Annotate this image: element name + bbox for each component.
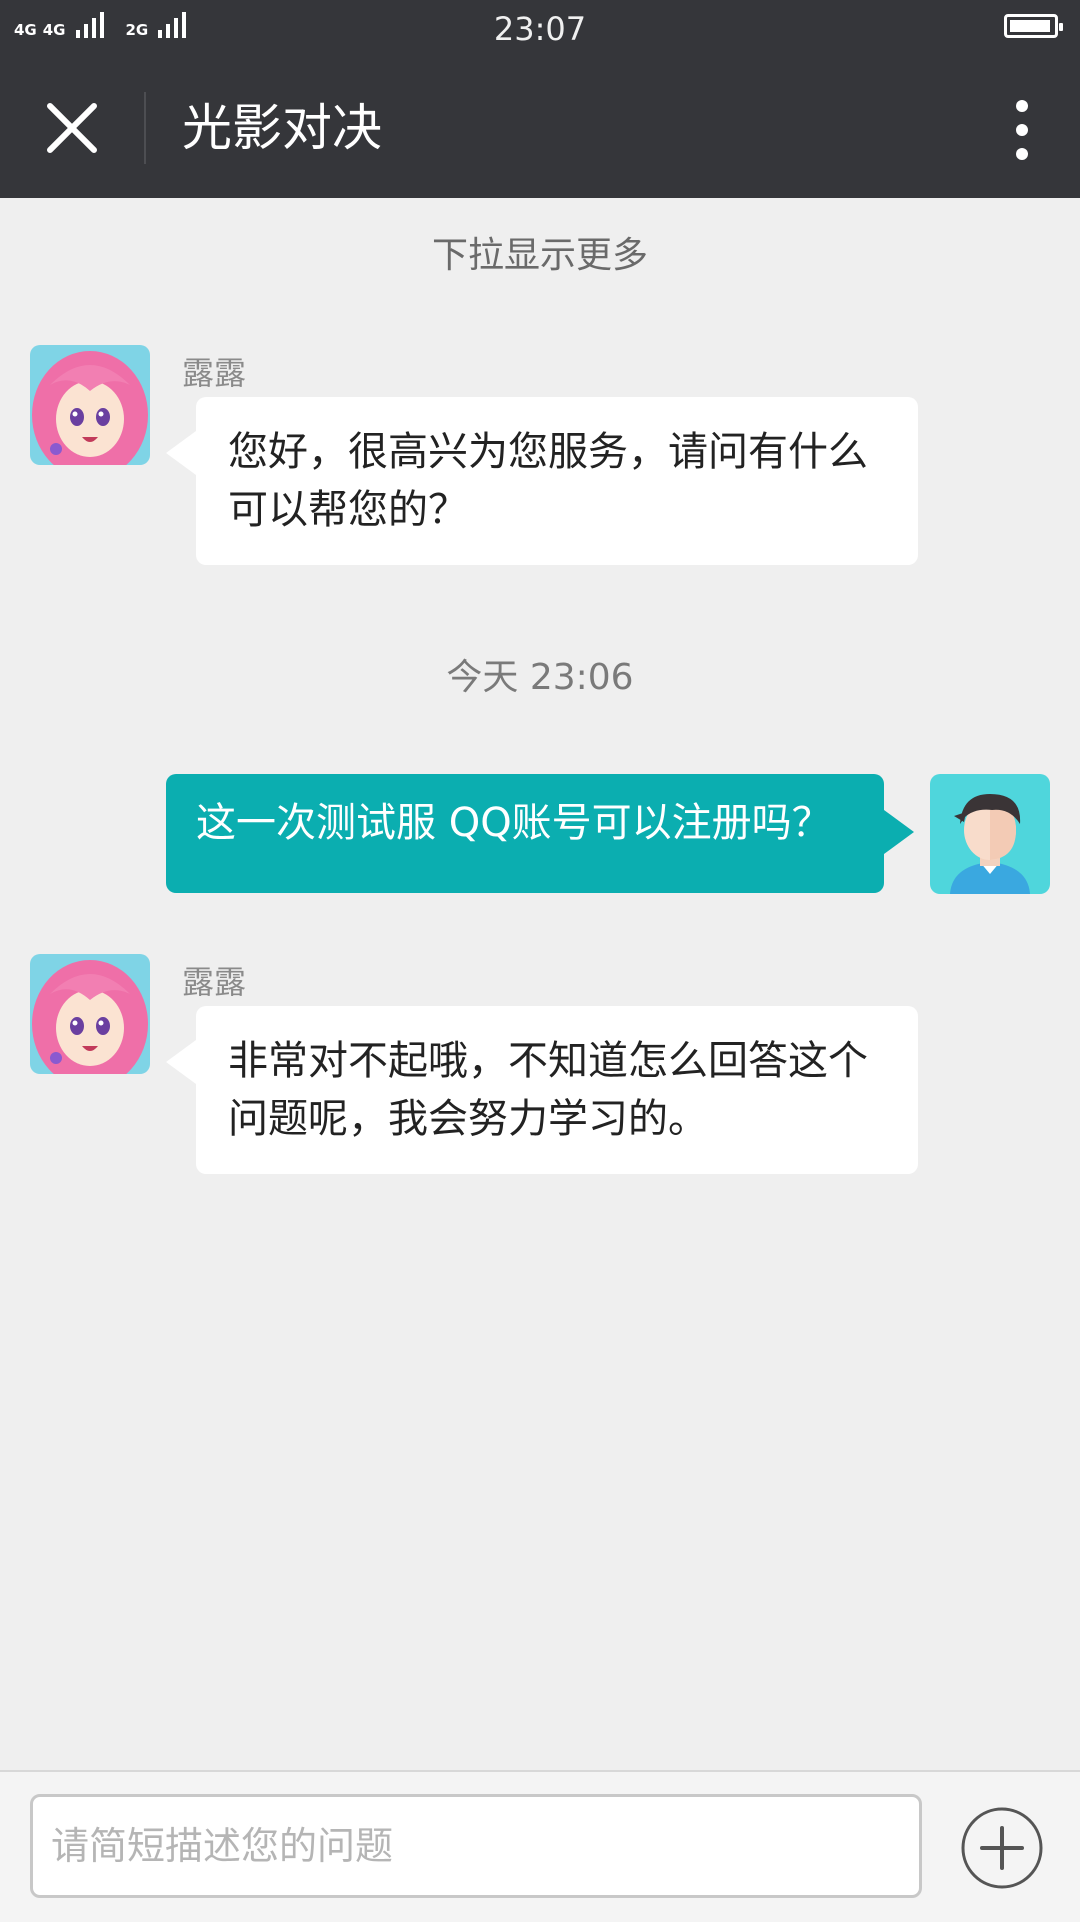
close-icon (47, 103, 97, 153)
header-divider (144, 92, 146, 164)
anime-girl-avatar-icon (30, 345, 150, 465)
title-bar: 光影对决 (0, 60, 1080, 198)
message-composer (0, 1770, 1080, 1922)
incoming-message-bubble[interactable]: 非常对不起哦，不知道怎么回答这个问题呢，我会努力学习的。 (166, 1006, 918, 1174)
user-avatar[interactable] (930, 774, 1050, 894)
status-bar: 4G 4G 2G 23:07 (0, 0, 1080, 60)
message-timestamp: 今天 23:06 (446, 657, 634, 698)
message-input[interactable] (30, 1794, 922, 1898)
sender-name: 露露 (182, 354, 247, 392)
status-time: 23:07 (493, 10, 587, 48)
battery-icon (1004, 14, 1063, 38)
plus-circle-icon (961, 1807, 1043, 1889)
agent-avatar[interactable] (30, 345, 150, 465)
page-title: 光影对决 (182, 99, 382, 157)
user-avatar-icon (930, 774, 1050, 894)
more-options-button[interactable] (994, 90, 1050, 170)
load-more-hint: 下拉显示更多 (431, 235, 648, 276)
incoming-message-bubble[interactable]: 您好，很高兴为您服务，请问有什么可以帮您的？ (166, 397, 918, 565)
anime-girl-avatar-icon (30, 954, 150, 1074)
sender-name: 露露 (182, 963, 247, 1001)
add-attachment-button[interactable] (960, 1806, 1044, 1890)
agent-avatar[interactable] (30, 954, 150, 1074)
outgoing-message-bubble[interactable]: 这一次测试服 QQ账号可以注册吗？ (166, 774, 914, 893)
close-button[interactable] (40, 96, 104, 160)
